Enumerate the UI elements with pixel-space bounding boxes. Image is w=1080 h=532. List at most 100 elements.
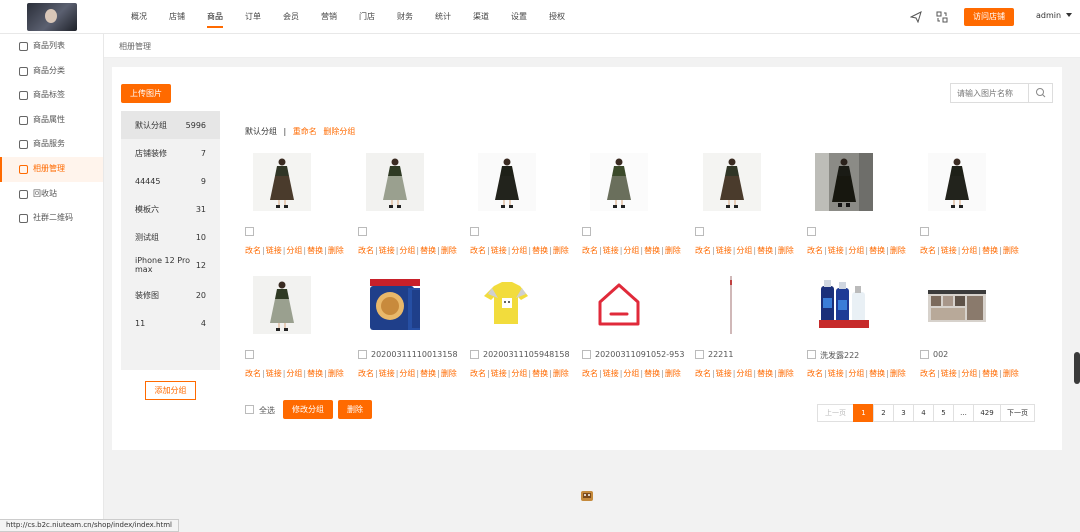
rename-group-link[interactable]: 重命名 xyxy=(293,127,317,136)
upload-image-button[interactable]: 上传图片 xyxy=(121,84,171,103)
image-op-link[interactable]: 分组 xyxy=(961,246,977,255)
image-thumbnail[interactable] xyxy=(590,153,648,211)
image-checkbox[interactable] xyxy=(358,350,367,359)
image-op-link[interactable]: 改名 xyxy=(582,246,598,255)
image-thumbnail[interactable] xyxy=(928,153,986,211)
image-op-link[interactable]: 改名 xyxy=(807,369,823,378)
image-op-link[interactable]: 替换 xyxy=(757,246,773,255)
image-op-link[interactable]: 分组 xyxy=(399,369,415,378)
nav-item[interactable]: 统计 xyxy=(424,0,462,34)
nav-item[interactable]: 设置 xyxy=(500,0,538,34)
image-op-link[interactable]: 删除 xyxy=(665,369,681,378)
image-op-link[interactable]: 链接 xyxy=(379,246,395,255)
image-op-link[interactable]: 改名 xyxy=(920,369,936,378)
prev-page-button[interactable]: 上一页 xyxy=(817,404,854,422)
image-op-link[interactable]: 改名 xyxy=(358,246,374,255)
group-item[interactable]: 店铺装修 7 xyxy=(121,139,220,167)
delete-button[interactable]: 删除 xyxy=(338,400,372,419)
image-thumbnail[interactable] xyxy=(253,276,311,334)
image-op-link[interactable]: 替换 xyxy=(982,246,998,255)
image-op-link[interactable]: 替换 xyxy=(532,246,548,255)
nav-item[interactable]: 商品 xyxy=(196,0,234,34)
image-op-link[interactable]: 分组 xyxy=(736,246,752,255)
image-thumbnail[interactable] xyxy=(253,153,311,211)
group-item[interactable]: 44445 9 xyxy=(121,167,220,195)
image-op-link[interactable]: 改名 xyxy=(695,246,711,255)
search-input[interactable] xyxy=(951,84,1029,102)
nav-item[interactable]: 财务 xyxy=(386,0,424,34)
group-item[interactable]: iPhone 12 Pro max 12 xyxy=(121,251,220,279)
image-thumbnail[interactable] xyxy=(815,153,873,211)
nav-item[interactable]: 门店 xyxy=(348,0,386,34)
image-op-link[interactable]: 改名 xyxy=(920,246,936,255)
image-op-link[interactable]: 删除 xyxy=(1003,246,1019,255)
image-checkbox[interactable] xyxy=(245,350,254,359)
group-item[interactable]: 测试组 10 xyxy=(121,223,220,251)
store-logo[interactable] xyxy=(27,3,77,31)
image-op-link[interactable]: 分组 xyxy=(399,246,415,255)
image-checkbox[interactable] xyxy=(245,227,254,236)
image-op-link[interactable]: 链接 xyxy=(491,369,507,378)
image-checkbox[interactable] xyxy=(695,227,704,236)
image-op-link[interactable]: 删除 xyxy=(328,246,344,255)
image-op-link[interactable]: 删除 xyxy=(441,369,457,378)
image-checkbox[interactable] xyxy=(920,227,929,236)
image-op-link[interactable]: 分组 xyxy=(623,369,639,378)
image-op-link[interactable]: 删除 xyxy=(890,369,906,378)
visit-store-button[interactable]: 访问店铺 xyxy=(964,8,1014,26)
image-op-link[interactable]: 删除 xyxy=(328,369,344,378)
image-checkbox[interactable] xyxy=(358,227,367,236)
image-op-link[interactable]: 分组 xyxy=(623,246,639,255)
image-op-link[interactable]: 替换 xyxy=(420,246,436,255)
search-button[interactable] xyxy=(1028,84,1052,102)
image-checkbox[interactable] xyxy=(582,350,591,359)
page-scrollbar[interactable] xyxy=(1074,352,1080,384)
image-checkbox[interactable] xyxy=(470,350,479,359)
image-op-link[interactable]: 分组 xyxy=(961,369,977,378)
select-all-label[interactable]: 全选 xyxy=(259,405,275,416)
page-number[interactable]: 1 xyxy=(853,404,874,422)
image-op-link[interactable]: 分组 xyxy=(511,369,527,378)
image-checkbox[interactable] xyxy=(920,350,929,359)
image-op-link[interactable]: 替换 xyxy=(982,369,998,378)
image-checkbox[interactable] xyxy=(695,350,704,359)
image-op-link[interactable]: 链接 xyxy=(941,369,957,378)
image-op-link[interactable]: 分组 xyxy=(848,246,864,255)
image-op-link[interactable]: 替换 xyxy=(307,246,323,255)
image-checkbox[interactable] xyxy=(807,227,816,236)
sidebar-item[interactable]: 商品服务 xyxy=(0,132,103,157)
sidebar-item[interactable]: 回收站 xyxy=(0,182,103,207)
image-op-link[interactable]: 链接 xyxy=(716,369,732,378)
nav-item[interactable]: 营销 xyxy=(310,0,348,34)
image-op-link[interactable]: 删除 xyxy=(778,369,794,378)
image-checkbox[interactable] xyxy=(582,227,591,236)
image-op-link[interactable]: 替换 xyxy=(532,369,548,378)
image-op-link[interactable]: 链接 xyxy=(828,369,844,378)
sidebar-item[interactable]: 社群二维码 xyxy=(0,206,103,231)
image-op-link[interactable]: 删除 xyxy=(890,246,906,255)
image-op-link[interactable]: 删除 xyxy=(778,246,794,255)
page-number[interactable]: 2 xyxy=(873,404,894,422)
admin-menu[interactable]: admin xyxy=(1036,11,1072,20)
image-op-link[interactable]: 改名 xyxy=(695,369,711,378)
image-op-link[interactable]: 删除 xyxy=(553,246,569,255)
image-op-link[interactable]: 删除 xyxy=(441,246,457,255)
sidebar-item[interactable]: 商品列表 xyxy=(0,34,103,59)
image-op-link[interactable]: 链接 xyxy=(603,369,619,378)
image-checkbox[interactable] xyxy=(807,350,816,359)
send-icon[interactable] xyxy=(910,11,922,23)
image-op-link[interactable]: 改名 xyxy=(807,246,823,255)
image-op-link[interactable]: 删除 xyxy=(553,369,569,378)
delete-group-link[interactable]: 删除分组 xyxy=(323,127,355,136)
image-op-link[interactable]: 替换 xyxy=(757,369,773,378)
image-op-link[interactable]: 删除 xyxy=(665,246,681,255)
image-thumbnail[interactable] xyxy=(815,276,873,334)
image-thumbnail[interactable] xyxy=(590,276,648,334)
image-op-link[interactable]: 链接 xyxy=(828,246,844,255)
image-thumbnail[interactable] xyxy=(478,153,536,211)
next-page-button[interactable]: 下一页 xyxy=(1000,404,1035,422)
page-number[interactable]: 3 xyxy=(893,404,914,422)
image-checkbox[interactable] xyxy=(470,227,479,236)
sidebar-item[interactable]: 商品标签 xyxy=(0,83,103,108)
image-thumbnail[interactable] xyxy=(703,276,761,334)
